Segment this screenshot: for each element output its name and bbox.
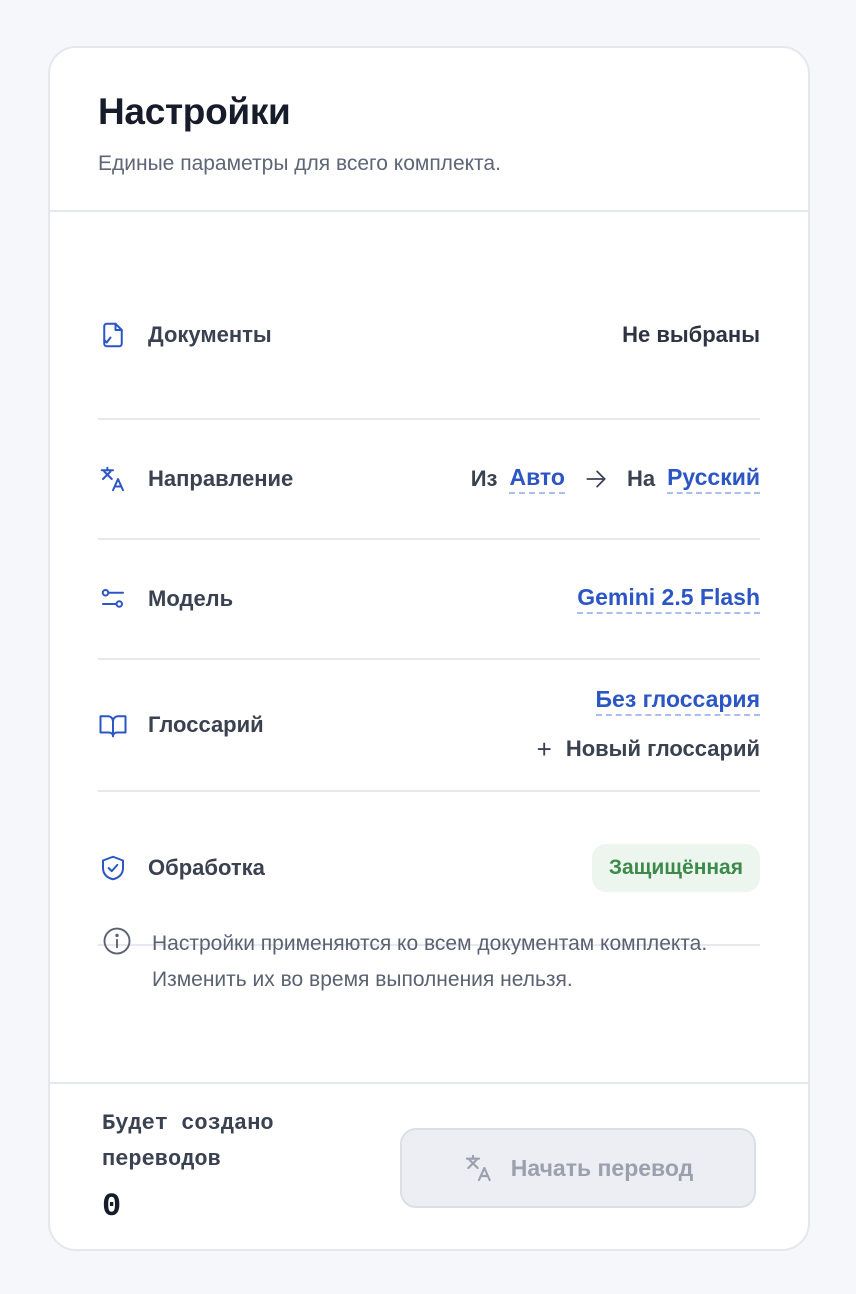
target-language-select[interactable]: Русский <box>667 464 760 494</box>
translate-icon <box>98 464 128 494</box>
row-glossary: Глоссарий Без глоссария + Новый глоссари… <box>98 660 760 792</box>
new-glossary-label: Новый глоссарий <box>565 736 760 761</box>
row-documents: Документы Не выбраны <box>98 252 760 420</box>
processing-label: Обработка <box>148 855 265 880</box>
translations-count: Будет создано переводов 0 <box>102 1106 332 1249</box>
info-note: Настройки применяются ко всем документам… <box>98 926 760 998</box>
book-icon <box>98 710 128 740</box>
status-badge: Защищённая <box>591 844 760 892</box>
row-direction: Направление Из Авто На Русский <box>98 420 760 540</box>
direction-selector: Из Авто На Русский <box>471 464 760 494</box>
model-label: Модель <box>148 586 234 611</box>
settings-header: Настройки Единые параметры для всего ком… <box>50 48 808 212</box>
plus-icon: + <box>536 733 552 764</box>
page-title: Настройки <box>98 91 291 132</box>
model-select[interactable]: Gemini 2.5 Flash <box>577 584 760 614</box>
start-translation-label: Начать перевод <box>510 1154 694 1181</box>
translations-count-value: 0 <box>102 1188 122 1225</box>
settings-list: Документы Не выбраны Направление Из Авто <box>98 252 760 946</box>
shield-check-icon <box>98 853 128 883</box>
glossary-label: Глоссарий <box>148 712 264 737</box>
new-glossary-button[interactable]: + Новый глоссарий <box>537 734 760 765</box>
documents-label: Документы <box>148 322 272 347</box>
info-icon <box>103 927 131 955</box>
translations-count-label: Будет создано переводов <box>102 1111 274 1172</box>
glossary-select[interactable]: Без глоссария <box>595 686 760 716</box>
sliders-icon <box>98 584 128 614</box>
from-prefix: Из <box>470 466 498 491</box>
arrow-right-icon <box>586 470 606 488</box>
start-translation-button[interactable]: Начать перевод <box>400 1128 756 1208</box>
file-check-icon <box>98 320 128 350</box>
settings-card: Настройки Единые параметры для всего ком… <box>48 46 810 1251</box>
translate-icon <box>465 1154 491 1182</box>
documents-value: Не выбраны <box>622 322 760 347</box>
to-prefix: На <box>626 466 656 491</box>
direction-label: Направление <box>148 466 294 491</box>
footer: Будет создано переводов 0 Начать перевод <box>50 1082 808 1249</box>
row-model: Модель Gemini 2.5 Flash <box>98 540 760 660</box>
row-processing: Обработка Защищённая <box>98 792 760 946</box>
source-language-select[interactable]: Авто <box>509 464 565 494</box>
info-note-text: Настройки применяются ко всем документам… <box>152 932 708 991</box>
page-subtitle: Единые параметры для всего комплекта. <box>98 152 501 175</box>
